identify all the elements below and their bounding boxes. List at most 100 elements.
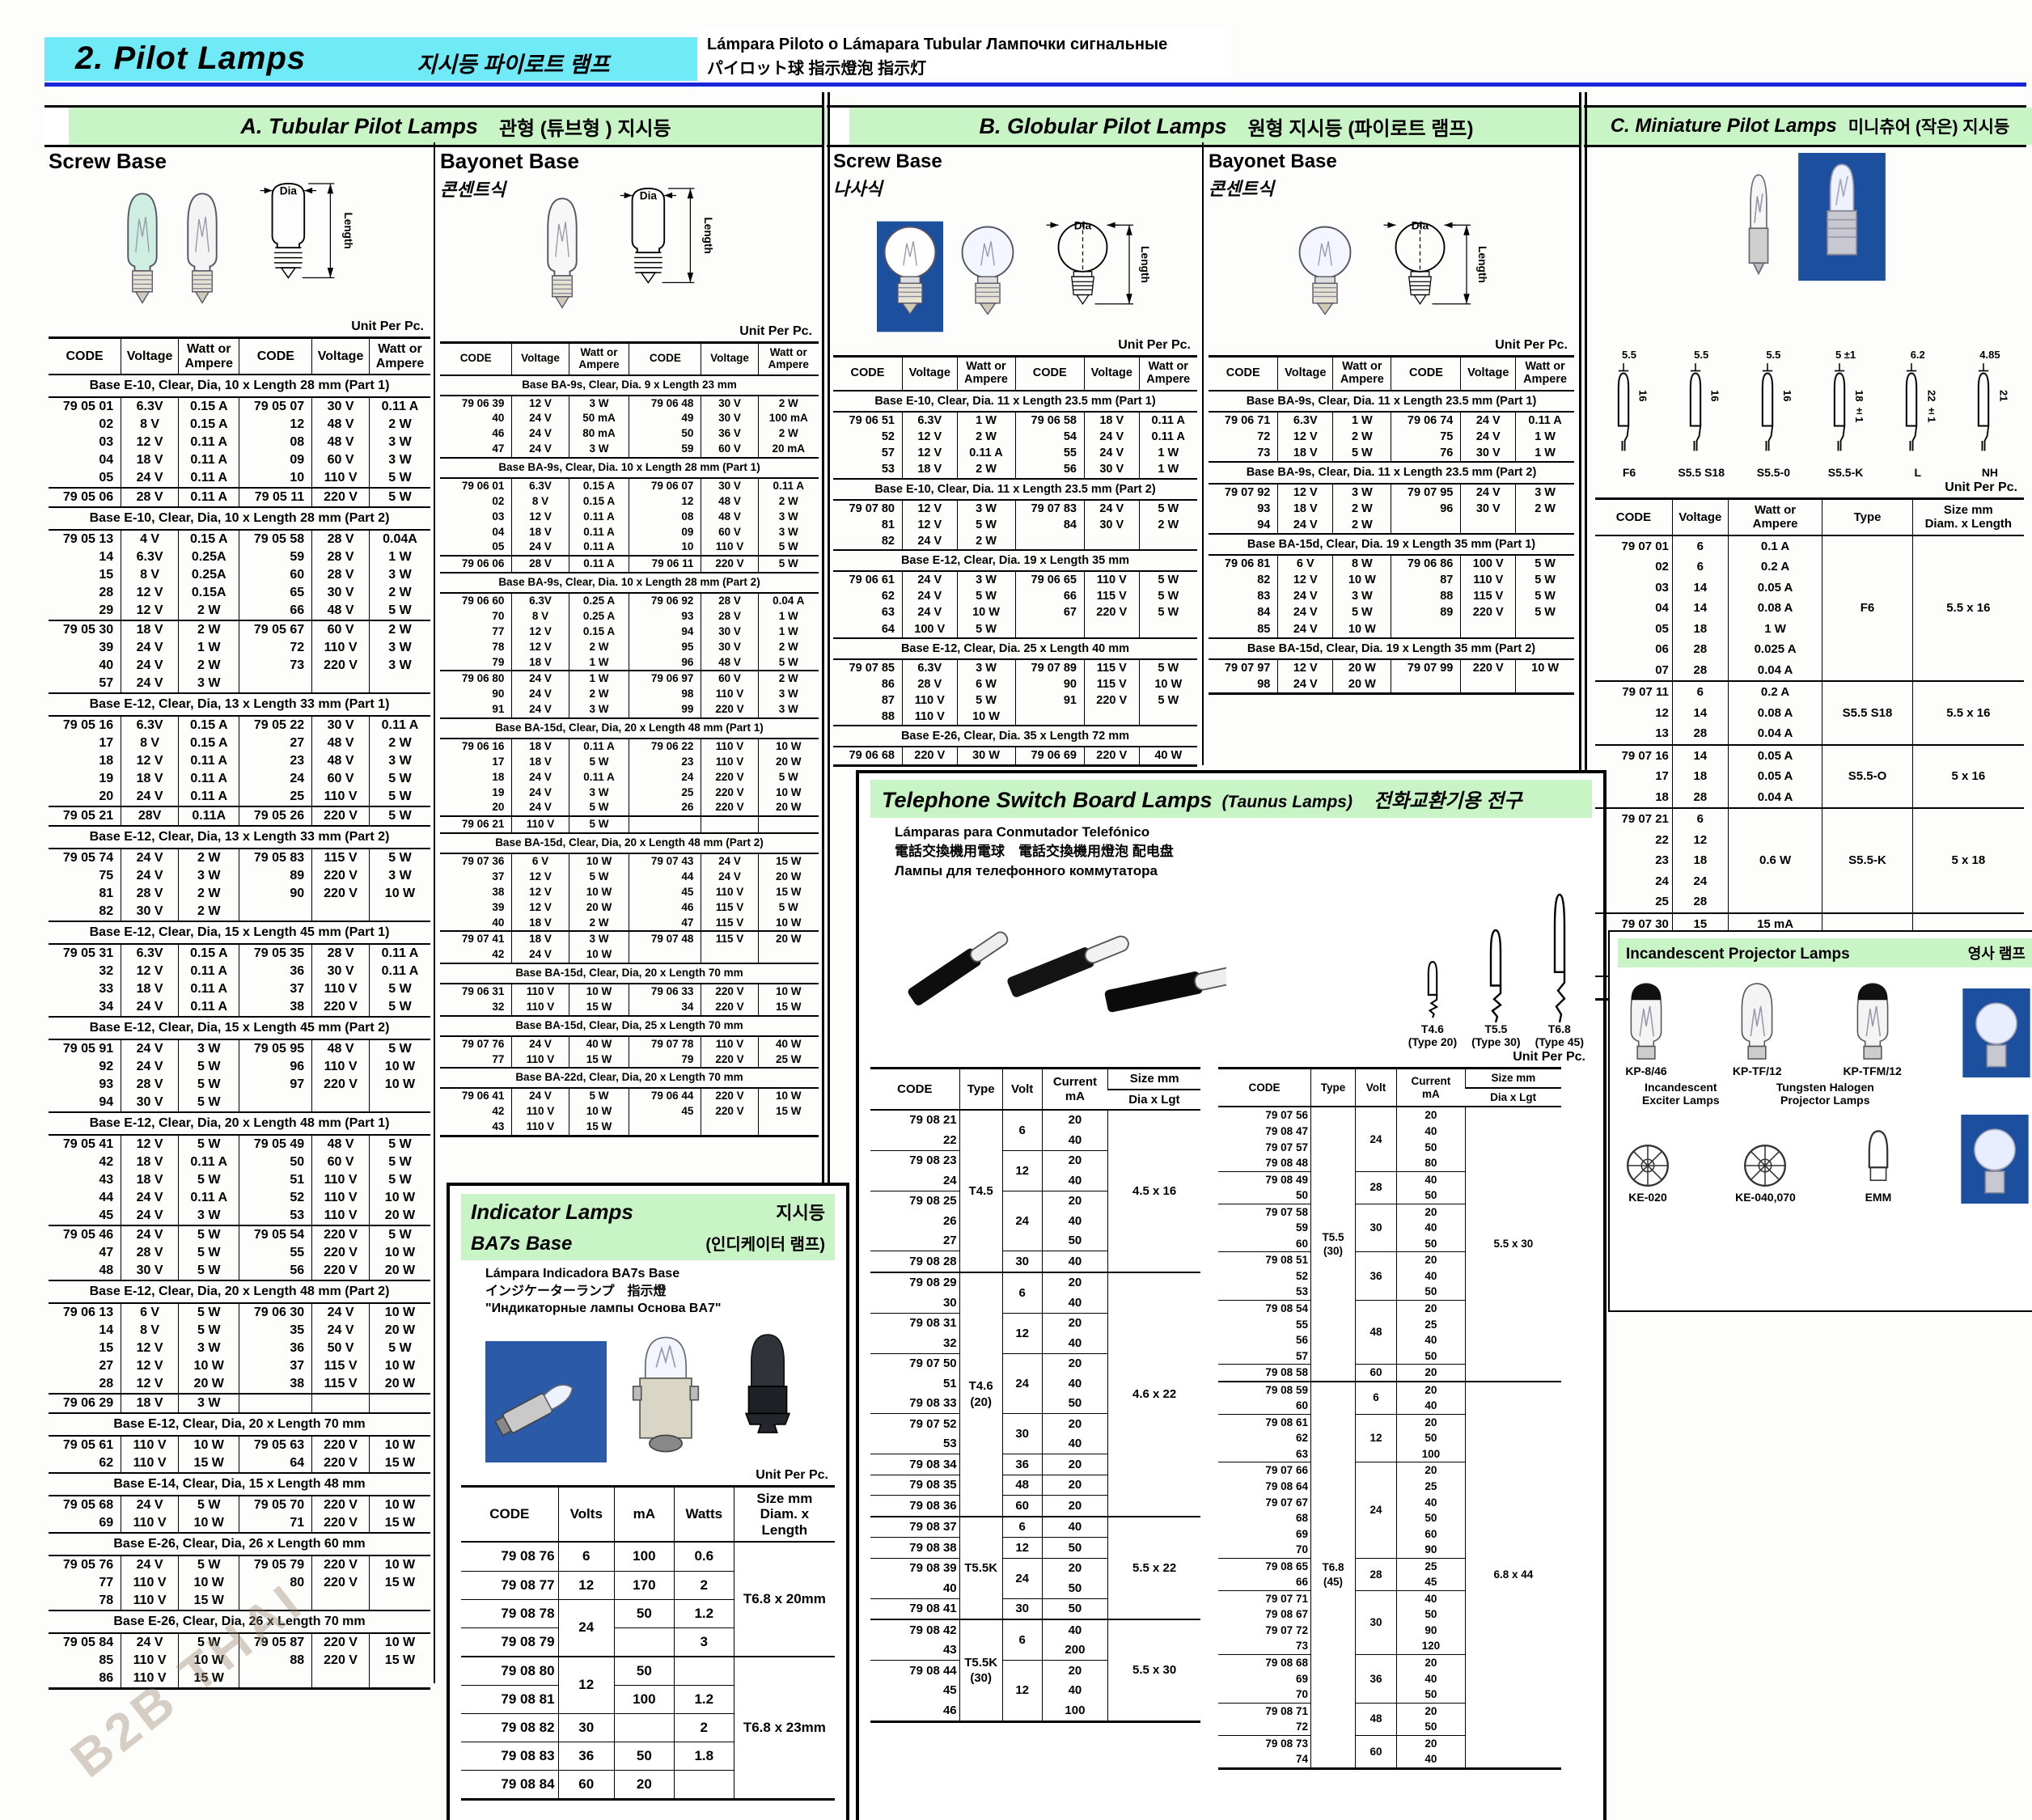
table-cell: 79 05 01 [49,397,121,416]
table-cell: 28 V [512,556,569,573]
table-cell: 40 [1042,1681,1108,1701]
table-cell [369,1670,430,1689]
table-cell: 79 08 21 [870,1110,959,1131]
phone-table-right-host: CODETypeVoltCurrent mASize mmDia x Lgt79… [1218,1067,1561,1769]
table-cell: 80 mA [569,426,629,442]
table-cell: Volt [1356,1069,1397,1107]
table-cell: 20 [1396,1252,1465,1268]
table-cell: 28 [1356,1558,1397,1590]
table-cell: 6.3V [903,659,958,676]
table-cell: 220 V [312,1244,370,1262]
table-cell: 79 05 67 [239,620,312,639]
table-row: 178 V0.15 A2748 V2 W [49,734,430,752]
tbody: 79 08 21T4.56204.5 x 16224079 08 2312202… [870,1110,1200,1722]
table-cell: 3 W [569,396,629,412]
table-row: 64100 V5 W [833,621,1197,638]
b-bayonet-heading-kr: 콘센트식 [1209,175,1574,201]
table-cell: 10 W [369,1357,430,1375]
table-cell: 20 [1042,1475,1108,1496]
table-cell: 85 [1209,621,1278,638]
table-cell: 79 08 41 [870,1598,959,1619]
table-cell: 2 W [569,640,629,655]
table-cell: 96 [629,655,701,671]
table-row: 43110 V15 W [440,1120,819,1136]
table-cell: 0.11A [178,806,239,826]
table-cell: 79 06 69 [1015,747,1085,765]
table-cell: 12 [1595,703,1672,724]
table-cell: 8 V [121,416,179,434]
table-cell: 48 [49,1262,121,1280]
table-cell: 28 [1672,639,1728,660]
table-cell: 0.04 A [1728,787,1822,809]
table-cell: 66 [1218,1574,1310,1590]
table-cell: 10 W [569,984,629,1000]
table-cell: 24 [1356,1462,1397,1558]
table-cell: Size mm [1108,1069,1200,1090]
table-cell: CODE [440,343,512,375]
table-row: 6324 V10 W67220 V5 W [833,604,1197,620]
table-cell: CODE [1209,357,1278,391]
table-cell: 110 V [701,885,758,900]
table-cell: 79 08 28 [870,1251,959,1272]
table-cell: 20 [1396,1300,1465,1316]
table-row: 5724 V3 W [49,675,430,693]
table-cell: 05 [440,540,512,556]
a-bayonet-heading: Bayonet Base [440,149,819,174]
miniature-lamp-diagram: 4.85 21 NH [1956,349,2024,479]
table-cell: 6.3V [512,593,569,609]
table-cell: 30 V [121,903,179,921]
table-cell: 5 W [178,1496,239,1514]
table-cell: Watts [674,1486,734,1542]
table-cell: 35 [239,1322,312,1340]
table-cell: 09 [239,451,312,469]
table-row: 028 V0.15 A1248 V2 W [440,494,819,510]
table-cell: 6 [1002,1272,1042,1314]
table-cell: 18 V [121,451,179,469]
table-cell: 0.15 A [178,397,239,416]
table-cell: 220 V [312,1652,370,1670]
table-row: 79 06 816 V8 W79 06 86100 V5 W [1209,555,1574,572]
table-cell: 76 [1391,445,1461,462]
table-cell: 5.5 x 16 [1912,535,2024,682]
table-cell: 5 W [369,806,430,826]
table-cell: CODE [49,338,121,375]
table-cell: 110 V [121,1574,179,1592]
table-cell: 220 V [701,1104,758,1120]
table-cell: 79 08 51 [1218,1252,1310,1268]
table-cell: 30 V [1461,501,1516,517]
table-cell: 5 W [178,1322,239,1340]
table-cell: 74 [1218,1751,1310,1768]
table-cell: 28 [49,584,121,602]
table-subtitle: Base BA-15d, Clear, Dia, 20 x Length 48 … [440,833,819,853]
table-cell: 78 [440,640,512,655]
table-cell: 5 W [1139,500,1197,517]
table-row: 79 06 68220 V30 W79 06 69220 V40 W [833,747,1197,765]
table-cell: Base BA-9s, Clear, Dia. 10 x Length 28 m… [440,573,819,593]
table-cell: 20 [1396,1735,1465,1751]
table-cell: 12 V [121,434,179,451]
table-cell: 5 W [569,800,629,816]
table-cell: 79 05 22 [239,716,312,734]
table-cell: 60 V [312,620,370,639]
table-cell: 40 [1042,1211,1108,1231]
table-cell: 12 V [1278,429,1333,445]
table-cell: 15 W [369,1514,430,1533]
table-row: 3712 V5 W4424 V20 W [440,870,819,885]
table-cell: 0.15 A [178,734,239,752]
table-cell: 10 W [569,1104,629,1120]
table-cell: 110 V [701,739,758,755]
table-cell: 50 [614,1742,674,1771]
table-cell: 24 V [512,702,569,718]
table-cell: Base E-12, Clear, Dia, 15 x Length 45 mm… [49,921,430,944]
table-cell: 12 V [512,885,569,900]
table-cell: 24 V [121,1058,179,1076]
table-cell: 40 [1396,1332,1465,1348]
indicator-table-host: CODEVoltsmAWattsSize mm Diam. x Length79… [461,1485,835,1801]
table-cell: T6.8 (45) [1310,1382,1355,1769]
table-cell: 18 V [512,931,569,947]
table-row: 5212 V2 W5424 V0.11 A [833,429,1197,445]
table-cell: 20 [1396,1365,1465,1382]
table-cell: 0.11 A [178,752,239,770]
table-cell: 5 W [957,621,1015,638]
miniature-lamp-diagram: 5.5 16 S5.5-0 [1739,349,1807,479]
